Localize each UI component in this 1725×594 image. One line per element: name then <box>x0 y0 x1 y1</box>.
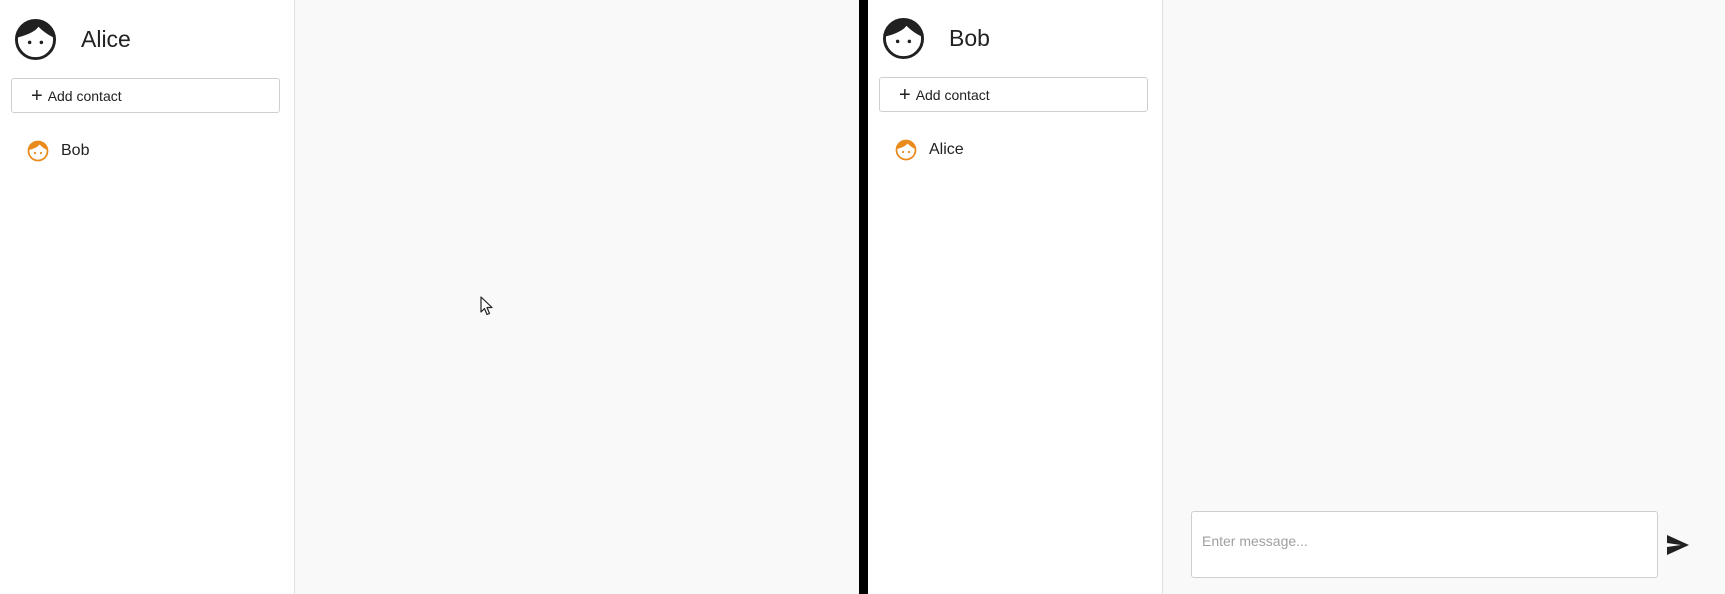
plus-icon: + <box>31 84 43 107</box>
bob-chat-area <box>1163 0 1725 594</box>
add-contact-button[interactable]: + Add contact <box>879 77 1148 112</box>
bob-sidebar: Bob + Add contact Alice <box>868 0 1163 594</box>
add-contact-label: Add contact <box>47 87 122 104</box>
contact-item-bob[interactable]: Bob <box>0 136 294 166</box>
message-input-box[interactable] <box>1191 511 1658 578</box>
message-input[interactable] <box>1192 512 1657 577</box>
plus-icon: + <box>899 83 911 106</box>
alice-profile-name: Alice <box>81 25 131 52</box>
alice-profile: Alice <box>0 0 294 78</box>
face-icon <box>27 140 49 162</box>
contact-item-alice[interactable]: Alice <box>868 135 1162 165</box>
add-contact-button[interactable]: + Add contact <box>11 78 280 113</box>
alice-chat-area <box>295 0 859 594</box>
contact-name: Alice <box>929 141 964 158</box>
app-stage: Alice + Add contact Bob Bob + Add contac… <box>0 0 1725 594</box>
add-contact-label: Add contact <box>915 86 990 103</box>
contact-name: Bob <box>61 142 90 159</box>
bob-profile-name: Bob <box>949 25 990 51</box>
bob-pane: Bob + Add contact Alice <box>868 0 1725 594</box>
alice-pane: Alice + Add contact Bob <box>0 0 859 594</box>
alice-sidebar: Alice + Add contact Bob <box>0 0 295 594</box>
bob-profile: Bob <box>868 0 1162 77</box>
send-icon[interactable] <box>1666 534 1690 556</box>
face-icon <box>895 139 917 161</box>
pane-divider <box>859 0 868 594</box>
mouse-cursor-icon <box>480 296 493 316</box>
face-icon <box>14 18 57 60</box>
face-icon <box>882 17 925 60</box>
